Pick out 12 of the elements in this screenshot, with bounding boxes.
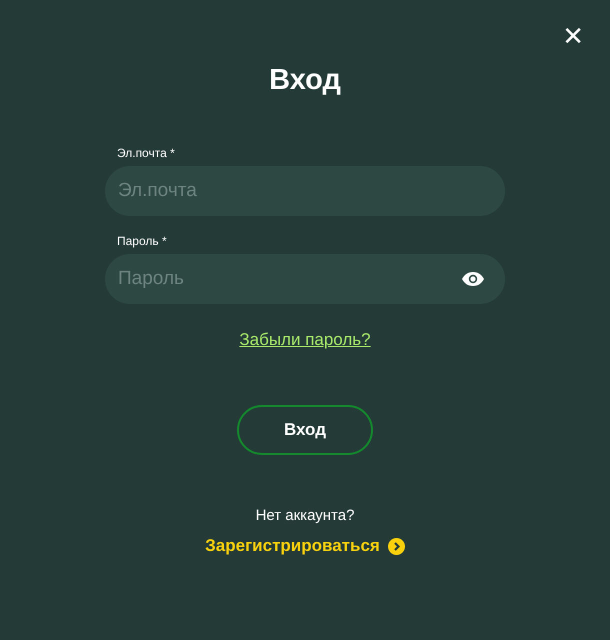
password-field[interactable]: Пароль: [105, 254, 505, 304]
eye-icon[interactable]: [461, 271, 485, 287]
signup-prompt: Нет аккаунта?: [256, 507, 354, 524]
field-label: Эл.почта *: [117, 146, 176, 160]
dialog-title: Вход: [269, 63, 341, 98]
forgot-password-link[interactable]: Забыли пароль?: [239, 330, 371, 350]
email-field[interactable]: Эл.почта: [105, 166, 505, 216]
login-button[interactable]: Вход: [237, 405, 373, 455]
chevron-icon: [388, 538, 405, 554]
signup-link[interactable]: Зарегистрироваться: [205, 536, 405, 556]
field-label: Пароль *: [117, 234, 168, 248]
close-button[interactable]: ✕: [562, 22, 584, 52]
